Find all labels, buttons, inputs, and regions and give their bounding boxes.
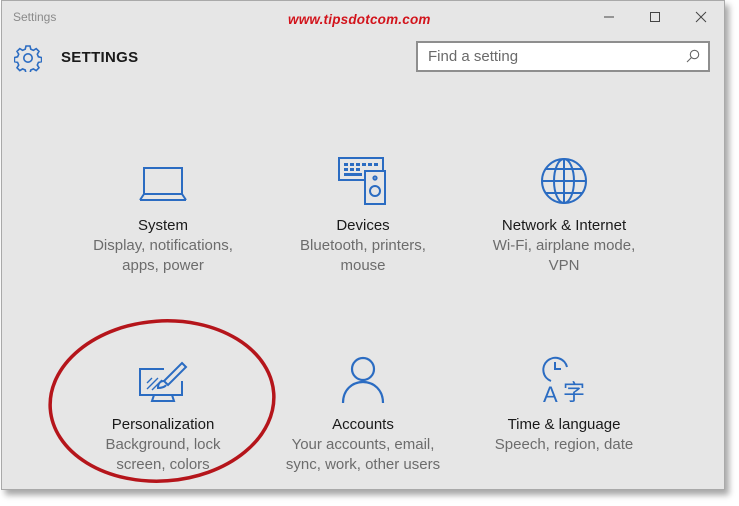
maximize-button[interactable]	[632, 1, 678, 33]
tile-title: Time & language	[507, 416, 621, 433]
tile-title: Devices	[336, 217, 390, 234]
tile-personalization[interactable]: Personalization Background, lock screen,…	[75, 347, 251, 475]
tile-description: Wi-Fi, airplane mode,	[492, 237, 636, 254]
tile-accounts[interactable]: Accounts Your accounts, email, sync, wor…	[275, 347, 451, 475]
tile-title: Personalization	[111, 416, 215, 433]
minimize-button[interactable]	[586, 1, 632, 33]
tile-network[interactable]: Network & Internet Wi-Fi, airplane mode,…	[476, 148, 652, 276]
devices-icon	[338, 157, 386, 205]
tile-description: VPN	[548, 257, 580, 274]
tile-description: sync, work, other users	[285, 456, 441, 473]
tile-description: apps, power	[122, 257, 204, 274]
settings-header: SETTINGS	[2, 39, 724, 79]
watermark-text: www.tipsdotcom.com	[288, 12, 431, 27]
search-icon[interactable]	[686, 49, 700, 63]
tile-devices[interactable]: Devices Bluetooth, printers, mouse	[275, 148, 451, 276]
close-icon	[695, 11, 707, 23]
tile-description: Display, notifications,	[93, 237, 233, 254]
clock-language-icon: A 字	[542, 356, 585, 405]
globe-icon	[541, 158, 587, 204]
search-input[interactable]	[418, 43, 676, 70]
svg-text:字: 字	[563, 381, 585, 405]
tile-title: Accounts	[332, 416, 394, 433]
tile-system[interactable]: System Display, notifications, apps, pow…	[75, 148, 251, 276]
tile-title: System	[137, 217, 188, 234]
search-box[interactable]	[416, 41, 710, 72]
gear-icon	[14, 45, 42, 72]
close-button[interactable]	[678, 1, 724, 33]
tile-description: mouse	[340, 257, 386, 274]
tile-description: screen, colors	[116, 456, 210, 473]
page-title: SETTINGS	[61, 49, 139, 66]
laptop-icon	[139, 167, 187, 201]
tile-description: Speech, region, date	[494, 436, 634, 453]
paintbrush-monitor-icon	[139, 361, 188, 402]
tile-title: Network & Internet	[501, 217, 627, 234]
tile-description: Bluetooth, printers,	[300, 237, 426, 254]
tile-description: Background, lock	[105, 436, 221, 453]
person-icon	[341, 356, 385, 404]
tile-time-language[interactable]: A 字 Time & language Speech, region, date	[476, 347, 652, 455]
window-title: Settings	[13, 10, 57, 24]
tile-description: Your accounts, email,	[291, 436, 435, 453]
title-bar[interactable]: Settings www.tipsdotcom.com	[2, 1, 724, 33]
svg-text:A: A	[543, 382, 558, 405]
settings-window: Settings www.tipsdotcom.com SETTINGS Fin…	[1, 0, 725, 490]
maximize-icon	[650, 12, 660, 22]
minimize-icon	[604, 16, 614, 18]
